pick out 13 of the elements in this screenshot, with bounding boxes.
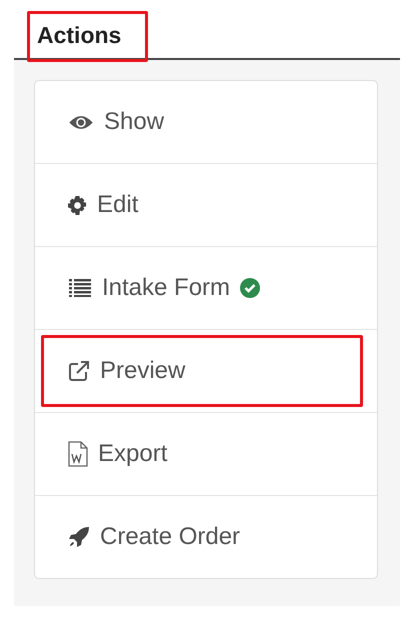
gear-icon (68, 196, 87, 214)
action-item[interactable]: Create Order (41, 501, 371, 573)
action-item[interactable]: Intake Form (41, 252, 371, 324)
eye-icon (68, 114, 94, 130)
action-item[interactable]: Export (41, 418, 371, 490)
list-icon (68, 279, 92, 297)
action-item[interactable]: Edit (41, 169, 371, 241)
section-title: Actions (27, 11, 148, 62)
action-item[interactable]: Show (41, 86, 371, 158)
word-document-icon (68, 441, 88, 467)
external-link-icon (68, 360, 90, 382)
rocket-icon (68, 526, 90, 548)
action-item[interactable]: Preview (41, 335, 363, 407)
